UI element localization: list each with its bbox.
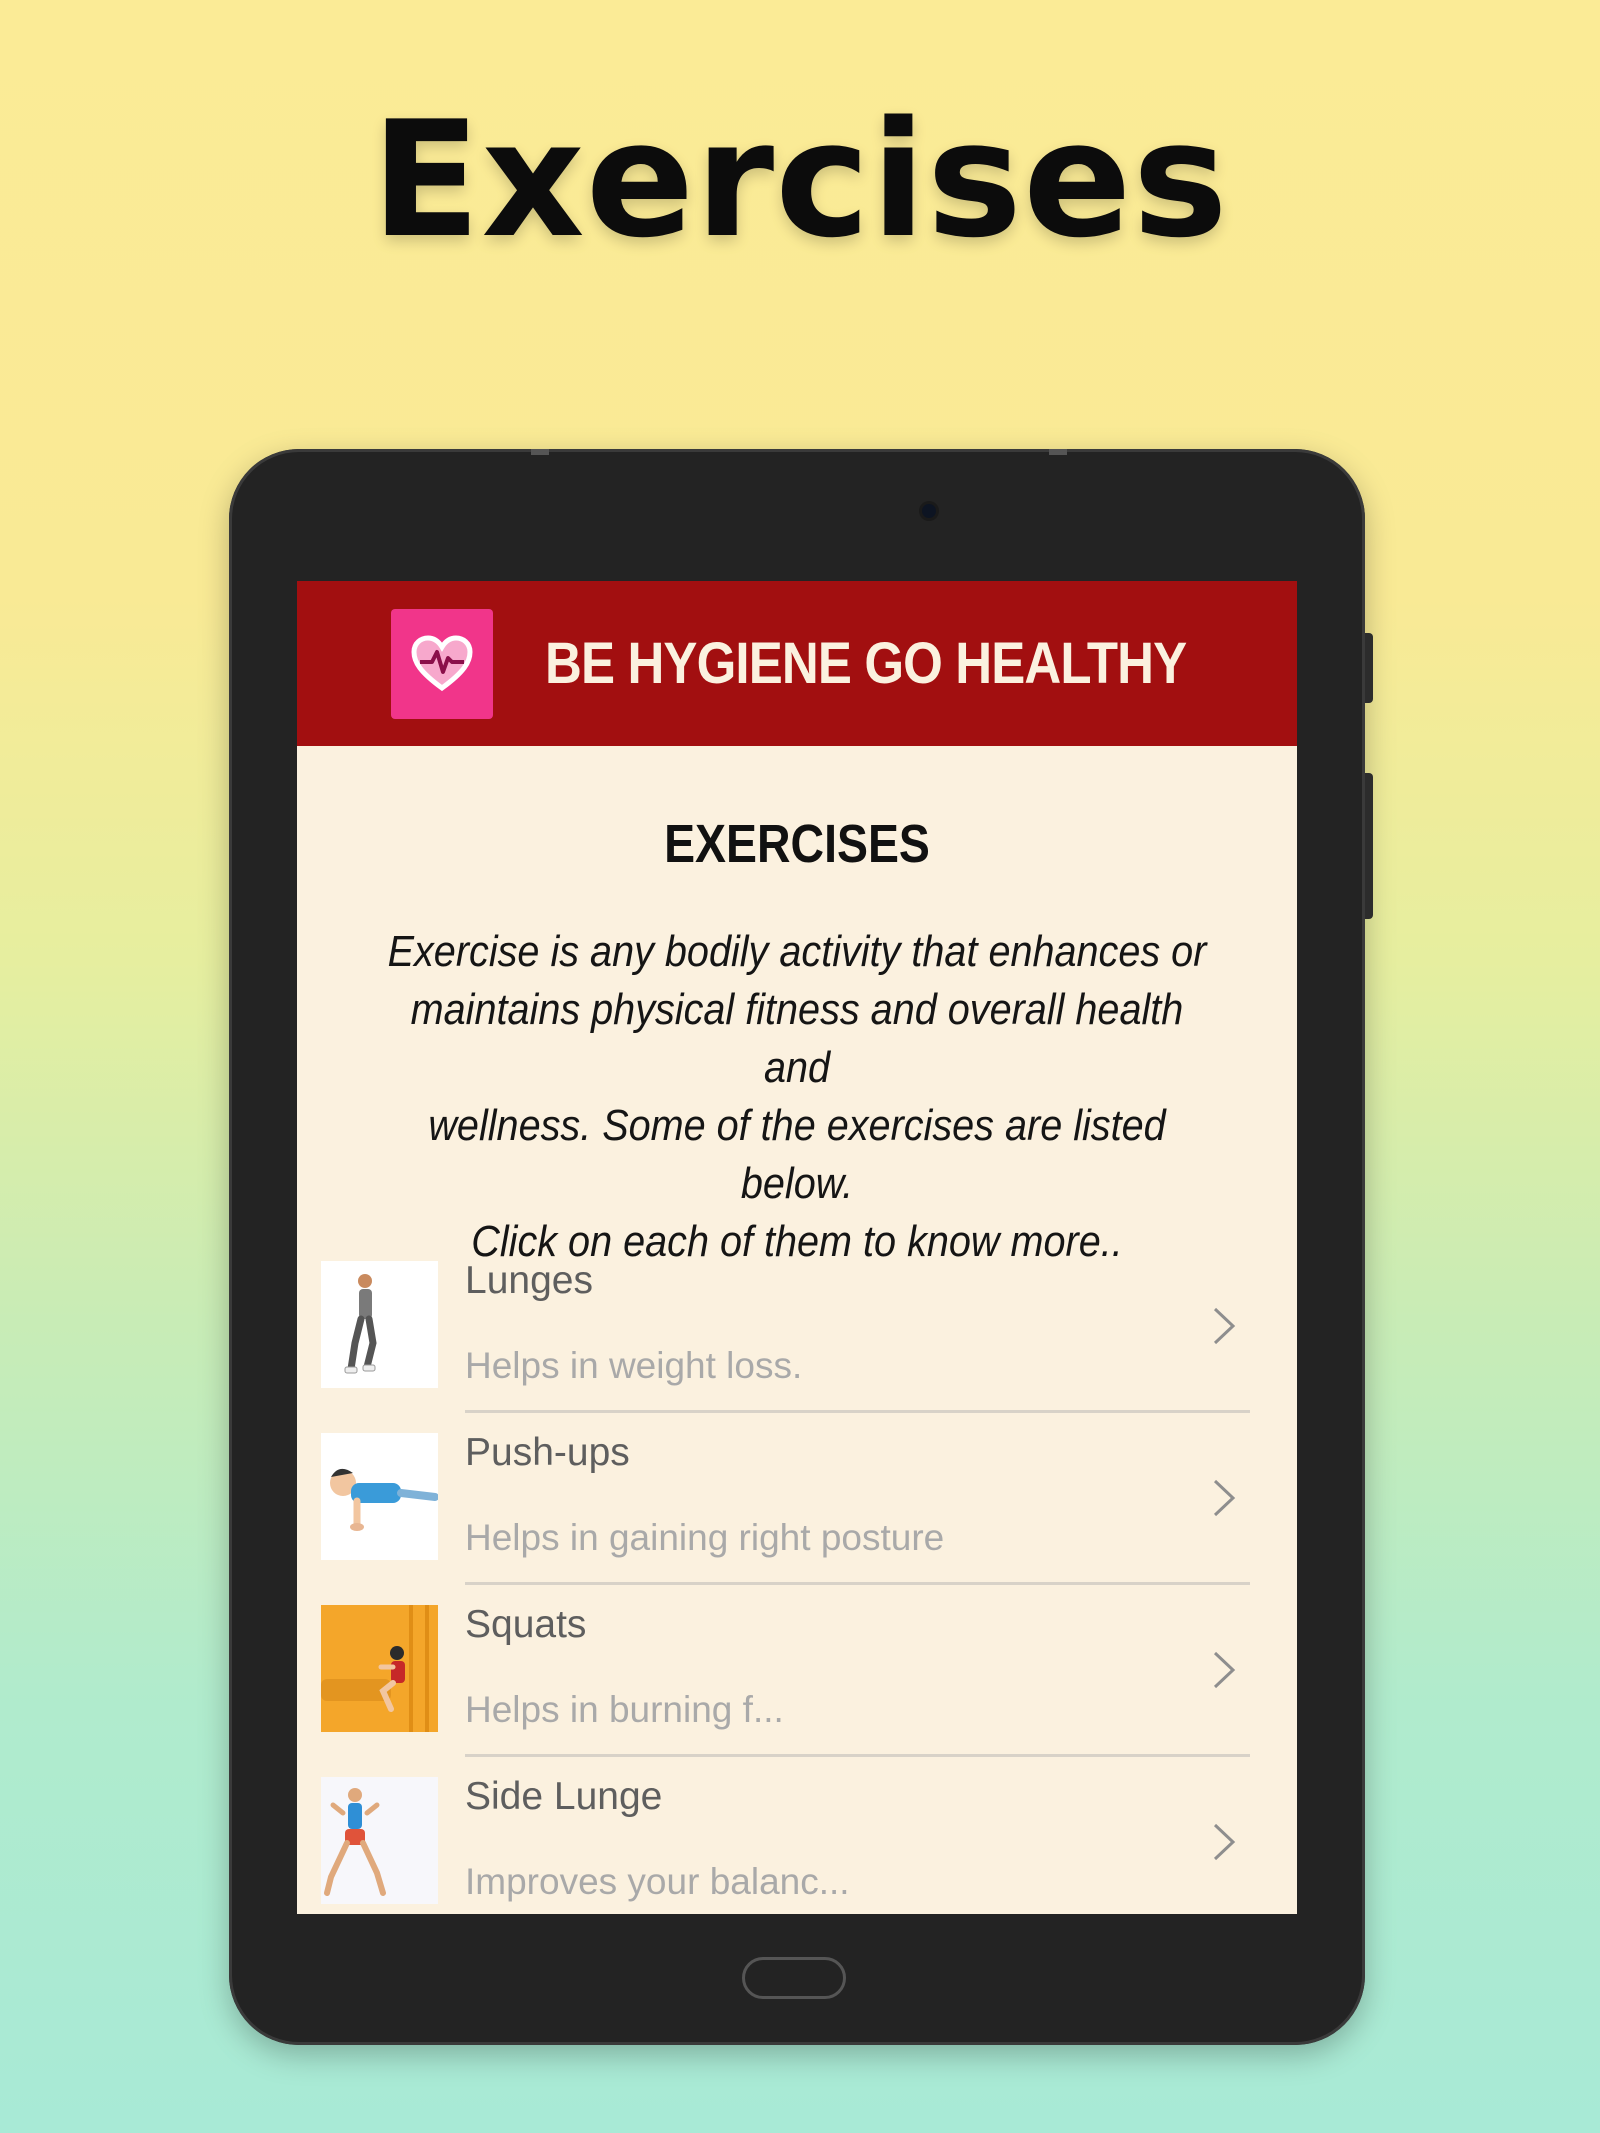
chevron-right-icon [1213, 1651, 1236, 1689]
app-title: BE HYGIENE GO HEALTHY [545, 631, 1187, 696]
chevron-right-icon [1213, 1479, 1236, 1517]
chevron-right-icon [1213, 1307, 1236, 1345]
intro-text: Exercise is any bodily activity that enh… [387, 927, 1207, 1266]
lunges-thumbnail [321, 1261, 438, 1388]
list-item-title: Lunges [465, 1259, 593, 1302]
list-item-title: Push-ups [465, 1431, 630, 1474]
heart-pulse-icon [391, 609, 493, 719]
list-item-push-ups[interactable]: Push-ups Helps in gaining right posture [297, 1413, 1297, 1585]
page-title: EXERCISES [664, 814, 930, 874]
push-ups-thumbnail [321, 1433, 438, 1560]
promo-title: Exercises [371, 86, 1229, 273]
list-item-subtitle: Improves your balanc... [465, 1861, 850, 1902]
side-lunge-thumbnail [321, 1777, 438, 1904]
list-item-title: Side Lunge [465, 1775, 663, 1818]
list-item-subtitle: Helps in burning f... [465, 1689, 784, 1730]
list-item-subtitle: Helps in weight loss. [465, 1345, 803, 1386]
list-item-side-lunge[interactable]: Side Lunge Improves your balanc... [297, 1757, 1297, 1914]
list-item-lunges[interactable]: Lunges Helps in weight loss. [297, 1241, 1297, 1413]
volume-button [1365, 773, 1373, 919]
list-item-subtitle: Helps in gaining right posture [465, 1517, 945, 1558]
app-header: BE HYGIENE GO HEALTHY [297, 581, 1297, 746]
camera-icon [922, 504, 936, 518]
app-screen: BE HYGIENE GO HEALTHY EXERCISES Exercise… [297, 581, 1297, 1914]
chevron-right-icon [1213, 1823, 1236, 1861]
home-button[interactable] [742, 1957, 846, 1999]
squats-thumbnail [321, 1605, 438, 1732]
power-button [1365, 633, 1373, 703]
list-item-squats[interactable]: Squats Helps in burning f... [297, 1585, 1297, 1757]
list-item-title: Squats [465, 1603, 587, 1646]
